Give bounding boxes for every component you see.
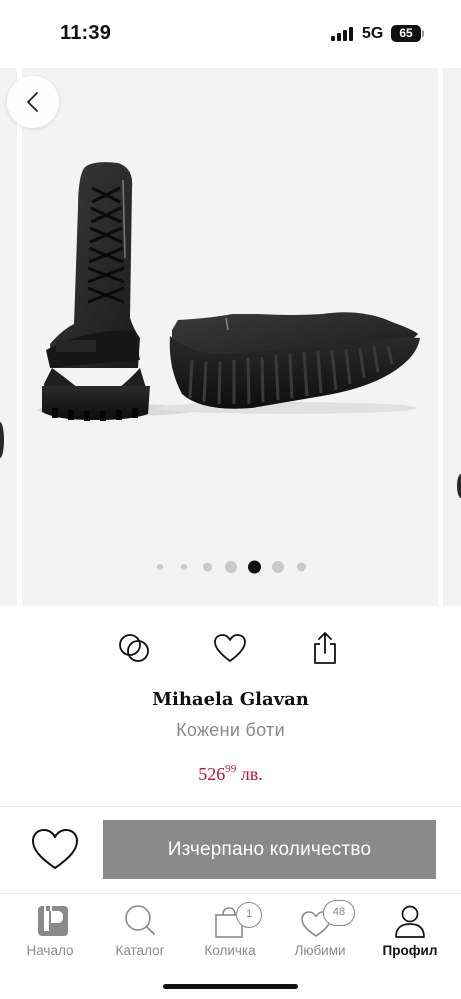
cart-count-badge: 1 [236, 902, 262, 928]
carousel-pagination[interactable] [0, 559, 461, 575]
tab-label: Каталог [115, 943, 165, 958]
favorite-button[interactable] [210, 628, 250, 668]
heart-icon [214, 634, 246, 662]
product-price: 52699 лв. [0, 763, 461, 785]
product-brand[interactable]: Mihaela Glavan [0, 689, 461, 710]
price-decimals: 99 [225, 763, 237, 775]
product-actions [0, 620, 461, 676]
tab-home[interactable]: Начало [4, 900, 96, 966]
tab-cart[interactable]: 1 Количка [184, 900, 276, 966]
battery-tip [422, 30, 424, 37]
chevron-left-icon [27, 92, 38, 112]
previous-slide-peek[interactable] [0, 68, 17, 606]
battery-icon: 65 [391, 25, 421, 42]
back-button[interactable] [7, 76, 59, 128]
search-icon [125, 905, 155, 935]
tab-label: Начало [26, 943, 74, 958]
user-icon [395, 905, 425, 938]
share-button[interactable] [305, 628, 345, 668]
share-icon [314, 632, 336, 664]
product-image[interactable] [22, 68, 438, 606]
tab-label: Любими [294, 943, 346, 958]
status-time: 11:39 [60, 22, 112, 44]
sold-out-button[interactable]: Изчерпано количество [103, 820, 436, 879]
carousel-dot[interactable] [296, 562, 306, 572]
tab-label: Профил [382, 943, 438, 958]
carousel-dot[interactable] [157, 564, 163, 570]
carousel-dot[interactable] [202, 562, 212, 572]
tab-favorites[interactable]: 48 Любими [274, 900, 366, 966]
tab-profile[interactable]: Профил [364, 900, 456, 966]
compare-button[interactable] [114, 628, 154, 668]
product-name: Кожени боти [176, 720, 285, 740]
favorites-count-badge: 48 [323, 900, 355, 926]
shopping-bag-icon [215, 907, 243, 938]
carousel-dot[interactable] [271, 561, 284, 573]
tab-label: Количка [204, 943, 256, 958]
network-type: 5G [362, 25, 384, 42]
home-indicator [163, 984, 298, 989]
fashion-days-logo-icon [38, 906, 68, 936]
carousel-dot[interactable] [180, 564, 187, 570]
price-currency: лв. [240, 764, 263, 784]
compare-circles-icon [119, 634, 149, 662]
boots-illustration [37, 162, 420, 421]
price-main: 526 [198, 764, 226, 784]
tab-catalog[interactable]: Каталог [94, 900, 186, 966]
signal-icon [331, 27, 355, 41]
next-slide-peek[interactable] [443, 68, 461, 606]
product-image-carousel[interactable] [0, 68, 461, 606]
carousel-dot-active[interactable] [247, 560, 261, 574]
add-to-favorites-button[interactable] [30, 826, 80, 874]
carousel-dot[interactable] [224, 561, 237, 573]
divider [0, 806, 461, 807]
heart-icon [32, 829, 78, 869]
status-bar: 11:39 5G 65 [0, 0, 461, 68]
